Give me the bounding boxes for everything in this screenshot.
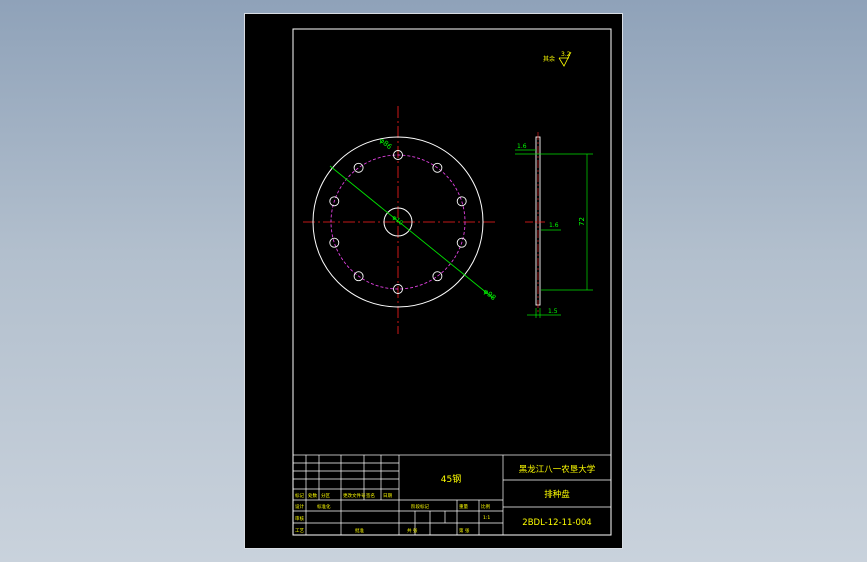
tb-std-label: 标准化 [317,503,331,510]
tb-sheet-num-label: 第 张 [459,527,470,534]
dim-hole-circle: φ86 [378,136,394,151]
seed-hole [353,162,364,173]
tb-change-label: 更改文件号 [343,492,366,499]
drawing-sheet: 其余 3.2 φ98 φ86 φ10 72 1.6 1.6 1.5 45钢 黑龙… [244,13,623,549]
seed-hole [329,237,340,248]
tb-craft-label: 工艺 [295,528,304,534]
material-cell: 45钢 [441,473,461,485]
tb-approve-label: 批准 [355,527,364,534]
tb-design-label: 设计 [295,503,304,510]
tb-check-label: 审核 [295,515,304,522]
cad-drawing: 其余 3.2 φ98 φ86 φ10 72 1.6 1.6 1.5 45钢 黑龙… [292,28,612,536]
tb-sign-label: 签名 [366,492,375,499]
tb-scale-value: 1:1 [483,515,490,521]
tb-sheet-label: 共 张 [407,527,418,534]
seed-hole [456,196,467,207]
tb-zone-label: 分区 [321,492,330,499]
tb-count-label: 处数 [308,492,317,499]
dim-height: 72 [578,217,586,226]
part-name: 排种盘 [544,489,570,500]
drawing-number: 2BDL-12-11-004 [522,518,591,528]
dim-diameter-outer: φ98 [482,287,498,302]
disc-side-view: 72 1.6 1.6 1.5 [515,132,593,318]
disc-front-view: φ98 φ86 φ10 [303,106,497,334]
tb-weight-label: 重量 [459,503,468,510]
dim-tol-top: 1.6 [517,143,527,150]
roughness-value: 3.2 [561,51,571,58]
tb-date-label: 日期 [383,493,392,499]
tb-mark-label: 标记 [295,492,304,499]
seed-hole [432,271,443,282]
dim-tol-bottom: 1.5 [548,308,558,315]
tb-stage-label: 阶段标记 [411,503,429,510]
dim-tol-mid: 1.6 [549,222,559,229]
tb-scale-label: 比例 [481,503,490,510]
roughness-note: 其余 [543,55,555,63]
university-name: 黑龙江八一农垦大学 [519,464,596,475]
roughness-symbol: 其余 3.2 [543,51,572,67]
